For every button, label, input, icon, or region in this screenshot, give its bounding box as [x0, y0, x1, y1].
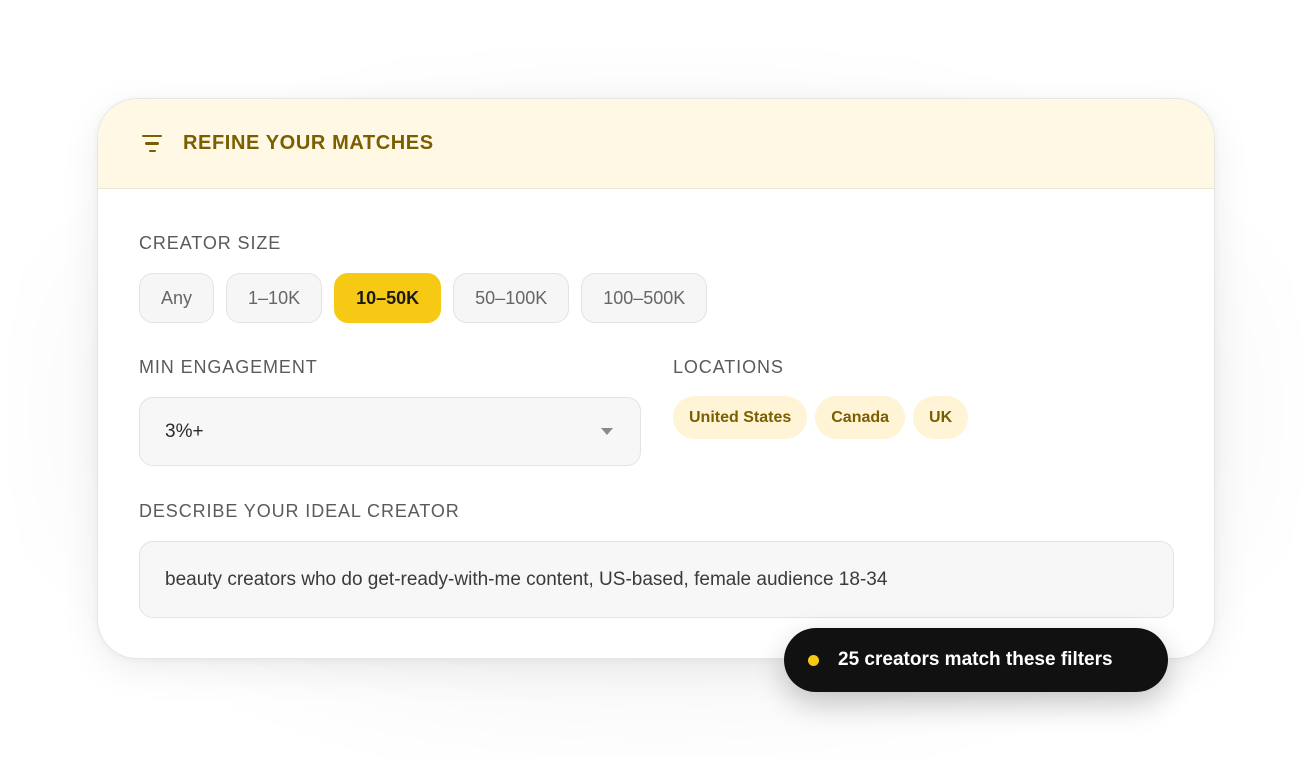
size-option-any[interactable]: Any — [139, 273, 215, 323]
card-title: REFINE YOUR MATCHES — [183, 132, 434, 154]
size-option-1-10k[interactable]: 1–10K — [226, 273, 323, 323]
page: REFINE YOUR MATCHES CREATOR SIZE Any 1–1… — [0, 0, 1312, 758]
location-tag-canada[interactable]: Canada — [815, 396, 906, 439]
filter-card: REFINE YOUR MATCHES CREATOR SIZE Any 1–1… — [97, 98, 1215, 659]
card-header: REFINE YOUR MATCHES — [98, 99, 1214, 189]
min-engagement-value: 3%+ — [165, 420, 204, 442]
filter-icon — [141, 134, 163, 153]
status-dot-icon — [808, 654, 819, 666]
locations-label: LOCATIONS — [673, 357, 784, 377]
size-option-50-100k[interactable]: 50–100K — [453, 273, 570, 323]
ideal-creator-input[interactable]: beauty creators who do get-ready-with-me… — [139, 541, 1174, 618]
chevron-down-icon — [601, 428, 613, 435]
match-count-text: 25 creators match these filters — [838, 649, 1113, 670]
ideal-creator-label: DESCRIBE YOUR IDEAL CREATOR — [139, 501, 460, 521]
creator-size-label: CREATOR SIZE — [139, 233, 282, 253]
location-tag-uk[interactable]: UK — [913, 396, 969, 439]
size-option-10-50k[interactable]: 10–50K — [334, 273, 442, 323]
min-engagement-select[interactable]: 3%+ — [139, 397, 641, 466]
location-tags: United States Canada UK — [673, 396, 969, 439]
location-tag-united-states[interactable]: United States — [673, 396, 808, 439]
match-count-toast: 25 creators match these filters — [784, 628, 1168, 692]
min-engagement-label: MIN ENGAGEMENT — [139, 357, 318, 377]
creator-size-options: Any 1–10K 10–50K 50–100K 100–500K — [139, 273, 708, 323]
size-option-100-500k[interactable]: 100–500K — [581, 273, 708, 323]
